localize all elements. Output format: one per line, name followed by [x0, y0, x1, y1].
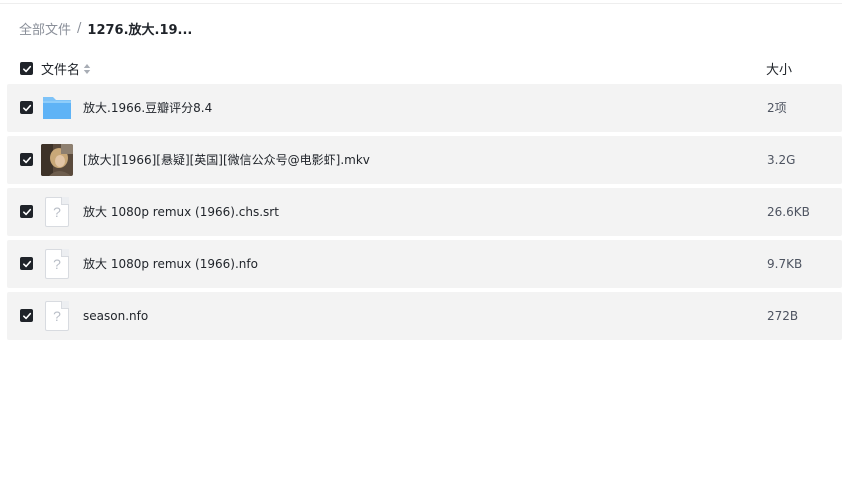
- file-size: 272B: [767, 309, 799, 323]
- file-name[interactable]: 放大 1080p remux (1966).nfo: [83, 240, 258, 288]
- file-name[interactable]: season.nfo: [83, 292, 148, 340]
- breadcrumb: 全部文件 / 1276.放大.19...: [19, 18, 192, 38]
- file-list-header: 文件名 大小: [0, 56, 842, 80]
- file-name[interactable]: 放大 1080p remux (1966).chs.srt: [83, 188, 279, 236]
- unknown-file-icon: ?: [41, 248, 73, 280]
- check-icon: [22, 312, 31, 319]
- sort-icon[interactable]: [83, 63, 91, 75]
- row-checkbox[interactable]: [20, 257, 33, 270]
- breadcrumb-current: 1276.放大.19...: [87, 22, 193, 38]
- check-icon: [22, 156, 31, 163]
- check-icon: [22, 104, 31, 111]
- file-row[interactable]: ? 放大 1080p remux (1966).nfo 9.7KB: [7, 240, 842, 288]
- column-header-size[interactable]: 大小: [766, 59, 792, 78]
- unknown-file-icon: ?: [41, 196, 73, 228]
- select-all-checkbox[interactable]: [20, 62, 33, 75]
- file-size: 9.7KB: [767, 257, 803, 271]
- file-browser-page: 全部文件 / 1276.放大.19... 文件名 大小 放大.1966.豆瓣评分…: [0, 0, 842, 479]
- file-row[interactable]: 放大.1966.豆瓣评分8.4 2项: [7, 84, 842, 132]
- top-divider: [0, 3, 842, 4]
- file-name[interactable]: [放大][1966][悬疑][英国][微信公众号@电影虾].mkv: [83, 136, 370, 184]
- file-name[interactable]: 放大.1966.豆瓣评分8.4: [83, 84, 212, 132]
- row-checkbox[interactable]: [20, 153, 33, 166]
- row-checkbox[interactable]: [20, 101, 33, 114]
- folder-icon: [41, 92, 73, 124]
- file-row[interactable]: [放大][1966][悬疑][英国][微信公众号@电影虾].mkv 3.2G: [7, 136, 842, 184]
- video-thumbnail: [41, 144, 73, 176]
- file-size: 26.6KB: [767, 205, 810, 219]
- breadcrumb-separator: /: [77, 20, 82, 36]
- check-icon: [22, 260, 31, 267]
- file-row[interactable]: ? season.nfo 272B: [7, 292, 842, 340]
- file-row[interactable]: ? 放大 1080p remux (1966).chs.srt 26.6KB: [7, 188, 842, 236]
- file-list: 放大.1966.豆瓣评分8.4 2项 [放大][1966][悬疑][英国][微信…: [7, 84, 842, 344]
- row-checkbox[interactable]: [20, 205, 33, 218]
- file-size: 2项: [767, 101, 787, 115]
- column-header-name[interactable]: 文件名: [41, 59, 91, 78]
- check-icon: [22, 65, 31, 72]
- column-header-name-label: 文件名: [41, 63, 81, 78]
- unknown-file-icon: ?: [41, 300, 73, 332]
- row-checkbox[interactable]: [20, 309, 33, 322]
- breadcrumb-root-link[interactable]: 全部文件: [19, 19, 71, 38]
- file-size: 3.2G: [767, 153, 796, 167]
- check-icon: [22, 208, 31, 215]
